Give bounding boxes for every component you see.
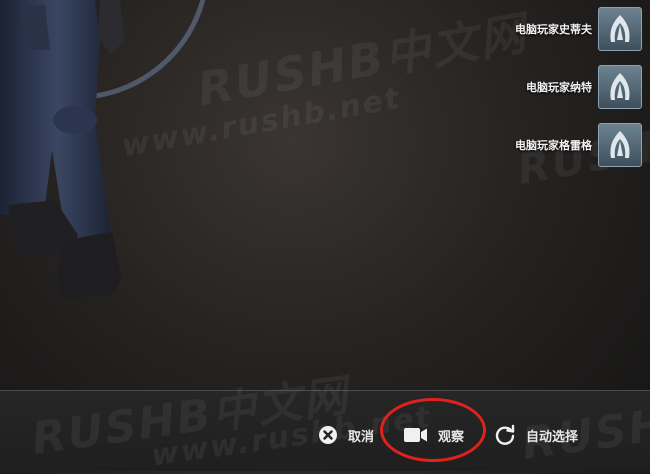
team-select-footer: RUSHB中文网 www.rushb.net RUSHB中文网 取消 观察 自动…: [0, 370, 650, 474]
bot-row[interactable]: 电脑玩家史蒂夫: [392, 6, 642, 52]
auto-select-label: 自动选择: [526, 429, 579, 445]
ct-bot-icon: [598, 65, 642, 109]
bot-row[interactable]: 电脑玩家格雷格: [392, 122, 642, 168]
bot-row[interactable]: 电脑玩家纳特: [392, 64, 642, 110]
ct-bot-icon: [598, 123, 642, 167]
auto-select-button[interactable]: 自动选择: [494, 423, 578, 447]
spectate-highlight-circle: [380, 398, 486, 462]
bot-player-list: 电脑玩家史蒂夫 电脑玩家纳特 电脑玩家格雷格: [392, 6, 642, 180]
cancel-label: 取消: [348, 429, 375, 445]
bot-name: 电脑玩家史蒂夫: [515, 23, 592, 36]
refresh-icon: [494, 424, 516, 446]
bot-name: 电脑玩家格雷格: [515, 139, 592, 152]
character-preview: RUSHB中文网 www.rushb.net RUSHB中文网 电脑玩家史蒂夫 …: [0, 0, 650, 390]
close-circle-icon: [318, 425, 338, 445]
ct-bot-icon: [598, 7, 642, 51]
bot-name: 电脑玩家纳特: [526, 81, 592, 94]
cancel-button[interactable]: 取消: [318, 423, 374, 447]
